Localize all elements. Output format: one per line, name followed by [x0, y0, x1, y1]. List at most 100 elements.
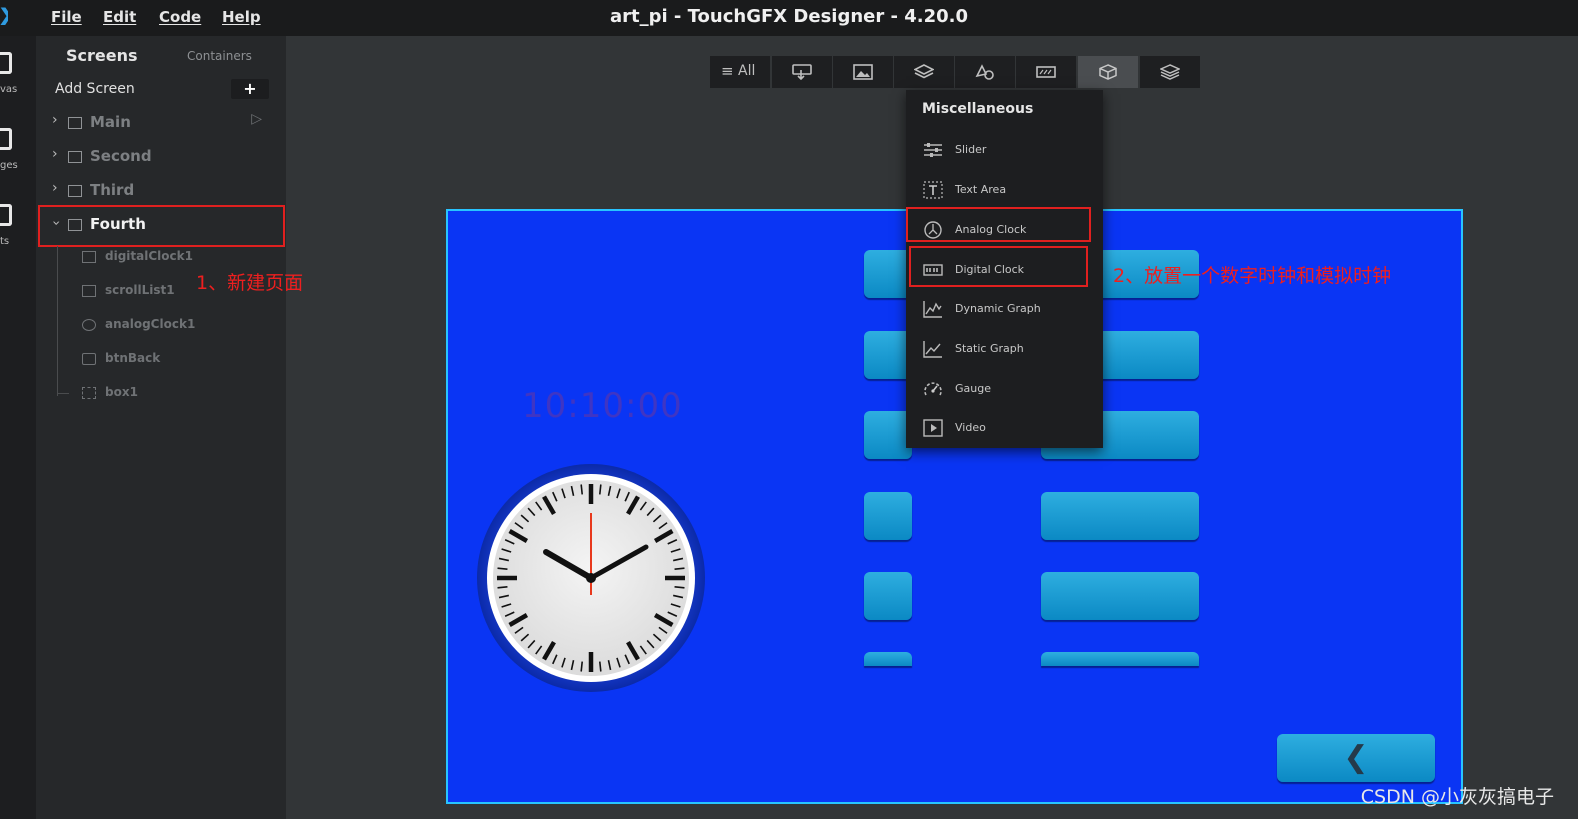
canvas-button[interactable]	[864, 572, 912, 620]
toolbar-all-label: All	[738, 63, 756, 79]
images-nav-icon[interactable]	[0, 128, 12, 150]
containers-tab[interactable]: Containers	[187, 49, 252, 63]
canvas-button[interactable]	[864, 492, 912, 540]
text-area-icon	[923, 181, 943, 199]
dropdown-item-label: Text Area	[955, 183, 1007, 196]
clock-tick	[674, 567, 685, 571]
screen-icon	[68, 185, 82, 197]
add-screen-label: Add Screen	[55, 81, 135, 97]
box-icon	[82, 387, 96, 399]
canvas-button[interactable]	[1041, 652, 1199, 666]
clock-tick	[497, 585, 508, 589]
stack-icon	[1160, 64, 1180, 80]
tree-line	[57, 393, 69, 394]
dropdown-item-label: Slider	[955, 143, 987, 156]
canvas-button[interactable]	[864, 331, 912, 379]
clock-tick	[580, 484, 584, 495]
canvas-button[interactable]	[864, 652, 912, 666]
dropdown-item-video[interactable]: Video	[906, 409, 1103, 447]
screen-label: Second	[90, 147, 152, 165]
screen-item-second[interactable]: › Second	[38, 140, 284, 174]
toolbar-text-button[interactable]	[1016, 56, 1076, 88]
widget-label: analogClock1	[105, 317, 196, 331]
canvas-button[interactable]	[1041, 492, 1199, 540]
slider-icon	[924, 143, 942, 157]
nav-label-texts: ts	[0, 236, 10, 247]
screen-icon	[68, 151, 82, 163]
toolbar-interaction-button[interactable]	[772, 56, 832, 88]
widget-label: scrollList1	[105, 283, 175, 297]
texts-nav-icon[interactable]	[0, 204, 12, 226]
canvas-button[interactable]	[1041, 572, 1199, 620]
chevron-right-icon[interactable]: ›	[52, 112, 58, 128]
add-screen-button[interactable]: +	[231, 79, 269, 99]
screen-label: Main	[90, 113, 131, 131]
screen-item-third[interactable]: › Third	[38, 174, 284, 208]
clock-tick	[674, 585, 685, 589]
clock-tick	[598, 484, 602, 495]
play-icon[interactable]: ▷	[251, 111, 262, 127]
toolbar-shapes-button[interactable]	[955, 56, 1015, 88]
dropdown-item-slider[interactable]: Slider	[906, 131, 1103, 169]
video-icon	[923, 419, 943, 437]
nav-label-canvas: vas	[0, 84, 18, 95]
widget-label: btnBack	[105, 351, 161, 365]
canvas-button[interactable]	[864, 411, 912, 459]
chevron-left-icon: ❮	[1343, 740, 1369, 775]
dropdown-item-label: Video	[955, 421, 986, 434]
button-icon	[82, 353, 96, 365]
analog-clock-widget[interactable]	[476, 463, 706, 693]
dropdown-item-label: Gauge	[955, 382, 991, 395]
cube-icon	[1099, 64, 1117, 80]
clock-tick	[497, 567, 508, 571]
window-title: art_pi - TouchGFX Designer - 4.20.0	[609, 6, 969, 27]
toolbar-miscellaneous-button[interactable]	[1078, 56, 1138, 88]
nav-label-images: ges	[0, 160, 18, 171]
annotation-step1: 1、新建页面	[196, 272, 304, 294]
toolbar-all-button[interactable]: ≡ All	[710, 56, 770, 88]
digital-clock-widget[interactable]: 10:10:00	[522, 386, 683, 426]
dropdown-item-dynamic-graph[interactable]: Dynamic Graph	[906, 290, 1103, 328]
clock-tick	[598, 661, 602, 672]
screen-item-main[interactable]: › Main ▷	[38, 106, 284, 140]
screens-tab[interactable]: Screens	[66, 46, 138, 65]
touch-icon	[792, 64, 812, 80]
digital-clock-icon	[82, 251, 96, 263]
tree-line	[57, 246, 58, 396]
highlight-box-analog-clock	[906, 207, 1091, 242]
annotation-step2: 2、放置一个数字时钟和模拟时钟	[1113, 265, 1392, 287]
screen-icon	[68, 117, 82, 129]
chevron-right-icon[interactable]: ›	[52, 180, 58, 196]
toolbar-images-button[interactable]	[833, 56, 893, 88]
highlight-box-fourth	[38, 205, 285, 247]
dropdown-item-gauge[interactable]: Gauge	[906, 370, 1103, 408]
keyboard-icon	[1036, 66, 1056, 78]
back-button[interactable]: ❮	[1277, 734, 1435, 782]
dropdown-title: Miscellaneous	[922, 101, 1034, 117]
dropdown-item-label: Static Graph	[955, 342, 1024, 355]
dropdown-item-label: Dynamic Graph	[955, 302, 1041, 315]
toolbar-containers-button[interactable]	[894, 56, 954, 88]
screen-label: Third	[90, 181, 135, 199]
toolbar-custom-button[interactable]	[1140, 56, 1200, 88]
watermark: CSDN @小灰灰搞电子	[1360, 786, 1554, 808]
nav-rail	[0, 36, 36, 819]
shapes-icon	[975, 64, 994, 80]
highlight-box-digital-clock	[909, 246, 1088, 287]
scroll-list-icon	[82, 285, 96, 297]
canvas-button[interactable]	[864, 250, 912, 298]
canvas-nav-icon[interactable]	[0, 52, 12, 74]
static-graph-icon	[923, 341, 942, 358]
dynamic-graph-icon	[923, 301, 942, 318]
dropdown-item-text-area[interactable]: Text Area	[906, 171, 1103, 209]
widget-label: digitalClock1	[105, 249, 193, 263]
widget-label: box1	[105, 385, 138, 399]
layers-icon	[914, 64, 934, 79]
clock-tick	[580, 661, 584, 672]
image-icon	[853, 64, 873, 80]
list-icon: ≡	[721, 62, 734, 80]
chevron-right-icon[interactable]: ›	[52, 146, 58, 162]
gauge-icon	[924, 382, 942, 396]
analog-clock-icon	[82, 319, 96, 331]
dropdown-item-static-graph[interactable]: Static Graph	[906, 330, 1103, 368]
